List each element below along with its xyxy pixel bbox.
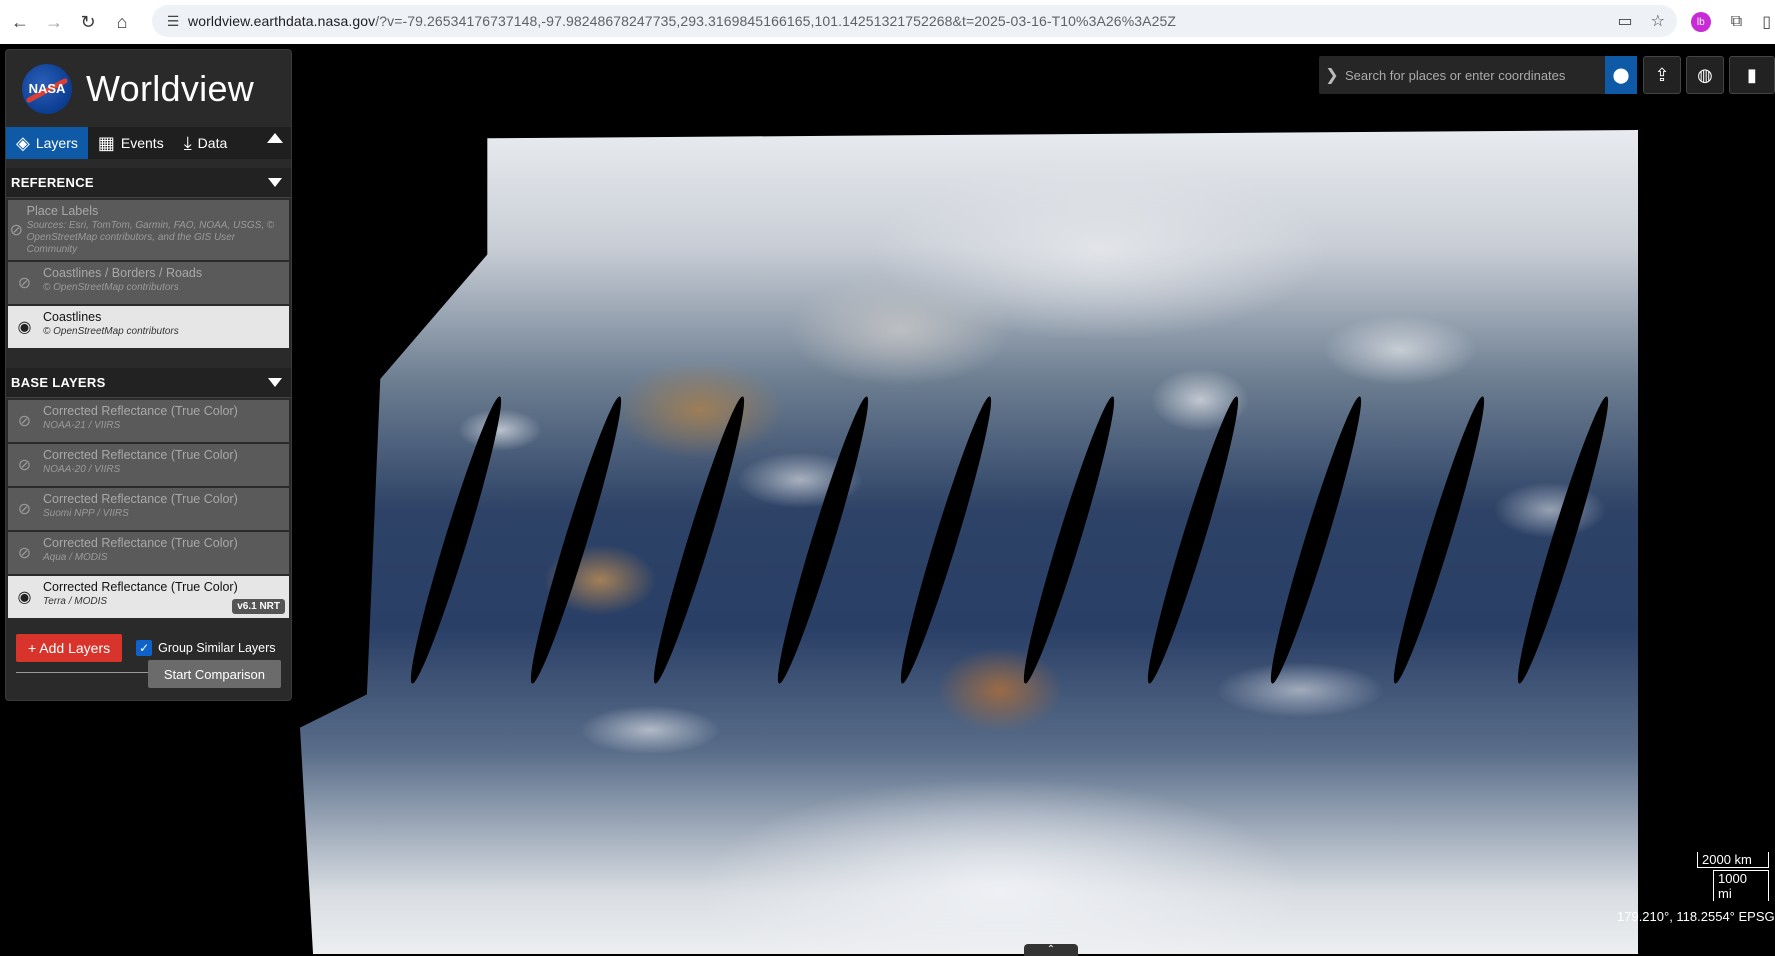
- forward-icon[interactable]: →: [40, 8, 68, 36]
- reload-icon[interactable]: ↻: [74, 8, 102, 36]
- satellite-imagery: [300, 130, 1638, 954]
- scale-mi-label: 1000 mi: [1713, 870, 1769, 901]
- layer-source: Suomi NPP / VIIRS: [43, 508, 129, 519]
- layer-title: Corrected Reflectance (True Color): [43, 404, 238, 418]
- address-bar[interactable]: ☰ worldview.earthdata.nasa.gov/?v=-79.26…: [152, 5, 1677, 37]
- layer-item[interactable]: ⊘ Corrected Reflectance (True Color) Aqu…: [8, 532, 289, 574]
- eye-icon[interactable]: ◉: [8, 306, 41, 348]
- chevron-right-icon[interactable]: ❯: [1319, 65, 1345, 85]
- eye-slash-icon[interactable]: ⊘: [8, 200, 25, 260]
- download-icon: ⤓: [183, 132, 192, 153]
- section-title: BASE LAYERS: [11, 375, 106, 390]
- layer-item[interactable]: ⊘ Place Labels Sources: Esri, TomTom, Ga…: [8, 200, 289, 260]
- add-layers-button[interactable]: + Add Layers: [16, 634, 123, 662]
- tab-data[interactable]: ⤓ Data: [174, 127, 238, 159]
- layer-item[interactable]: ◉ Coastlines © OpenStreetMap contributor…: [8, 306, 289, 348]
- tab-label: Events: [120, 135, 164, 151]
- location-search: ❯ ⚲ ⬤: [1319, 56, 1637, 94]
- tab-label: Layers: [35, 135, 78, 151]
- coordinate-readout[interactable]: 179.210°, 118.2554° EPSG:4326: [1617, 909, 1775, 924]
- layer-source: NOAA-21 / VIIRS: [43, 420, 121, 431]
- tab-label: Data: [197, 135, 228, 151]
- scale-km-label: 2000 km: [1697, 852, 1769, 868]
- layer-title: Corrected Reflectance (True Color): [43, 492, 238, 506]
- layer-item[interactable]: ⊘ Corrected Reflectance (True Color) Suo…: [8, 488, 289, 530]
- layers-sidebar: NASA Worldview ◈ Layers ▦ Events ⤓ Data …: [5, 49, 292, 701]
- url-host: worldview.earthdata.nasa.gov: [188, 13, 376, 29]
- layer-title: Coastlines: [43, 310, 102, 324]
- timeline-toggle-icon[interactable]: ⌃: [1024, 944, 1078, 956]
- layer-title: Corrected Reflectance (True Color): [43, 580, 238, 594]
- caret-down-icon[interactable]: [268, 378, 282, 387]
- layer-source: Terra / MODIS: [43, 596, 108, 607]
- layer-source: Sources: Esri, TomTom, Garmin, FAO, NOAA…: [26, 220, 275, 255]
- version-badge: v6.1 NRT: [232, 599, 285, 614]
- section-title: REFERENCE: [11, 175, 94, 190]
- calendar-icon: ▦: [97, 132, 115, 153]
- group-similar-toggle[interactable]: ✓ Group Similar Layers: [136, 640, 276, 656]
- site-info-icon[interactable]: ☰: [158, 13, 188, 30]
- eye-slash-icon[interactable]: ⊘: [8, 444, 41, 486]
- browser-toolbar: ← → ↻ ⌂ ☰ worldview.earthdata.nasa.gov/?…: [0, 0, 1775, 44]
- nasa-logo[interactable]: NASA: [22, 63, 72, 114]
- search-input[interactable]: [1345, 67, 1607, 83]
- checkbox-checked-icon[interactable]: ✓: [136, 640, 153, 656]
- eye-slash-icon[interactable]: ⊘: [8, 400, 41, 442]
- back-icon[interactable]: ←: [6, 8, 34, 36]
- extensions-icon[interactable]: ⧉: [1731, 13, 1742, 31]
- eye-slash-icon[interactable]: ⊘: [8, 488, 41, 530]
- caret-down-icon[interactable]: [268, 178, 282, 187]
- url-path: /?v=-79.26534176737148,-97.9824867824773…: [375, 13, 1176, 29]
- app-title: Worldview: [86, 67, 255, 109]
- eye-slash-icon[interactable]: ⊘: [8, 262, 41, 304]
- share-icon[interactable]: ⇪: [1643, 56, 1681, 94]
- tab-layers[interactable]: ◈ Layers: [6, 127, 88, 159]
- tab-events[interactable]: ▦ Events: [88, 127, 174, 159]
- projection-globe-icon[interactable]: ◍: [1686, 56, 1724, 94]
- start-comparison-button[interactable]: Start Comparison: [147, 660, 281, 688]
- eye-slash-icon[interactable]: ⊘: [8, 532, 41, 574]
- group-similar-label: Group Similar Layers: [158, 641, 276, 655]
- install-app-icon[interactable]: ▭: [1618, 11, 1633, 31]
- side-panel-icon[interactable]: ▯: [1762, 12, 1771, 32]
- scale-bar: 2000 km 1000 mi: [1697, 852, 1769, 901]
- layer-source: © OpenStreetMap contributors: [43, 282, 179, 293]
- profile-avatar[interactable]: lb: [1690, 12, 1711, 32]
- layer-title: Corrected Reflectance (True Color): [43, 536, 238, 550]
- image-download-icon[interactable]: ▮: [1729, 56, 1775, 94]
- layer-item[interactable]: ⊘ Corrected Reflectance (True Color) NOA…: [8, 400, 289, 442]
- url-text[interactable]: worldview.earthdata.nasa.gov/?v=-79.2653…: [188, 13, 1176, 29]
- layer-title: Coastlines / Borders / Roads: [43, 266, 203, 280]
- app-header: NASA Worldview: [6, 50, 291, 127]
- map-pin-icon[interactable]: ⬤: [1605, 56, 1637, 94]
- eye-icon[interactable]: ◉: [8, 576, 41, 618]
- layer-title: Corrected Reflectance (True Color): [43, 448, 238, 462]
- layer-item[interactable]: ◉ Corrected Reflectance (True Color) Ter…: [8, 576, 289, 618]
- layer-title: Place Labels: [26, 204, 99, 218]
- layers-icon: ◈: [16, 132, 30, 153]
- home-icon[interactable]: ⌂: [108, 8, 136, 36]
- bookmark-star-icon[interactable]: ☆: [1651, 11, 1665, 31]
- layer-item[interactable]: ⊘ Coastlines / Borders / Roads © OpenStr…: [8, 262, 289, 304]
- base-layers-section-header[interactable]: BASE LAYERS: [6, 368, 291, 398]
- nasa-logo-text: NASA: [28, 81, 66, 96]
- reference-section-header[interactable]: REFERENCE: [6, 168, 291, 198]
- sidebar-tabs: ◈ Layers ▦ Events ⤓ Data: [6, 127, 291, 159]
- layer-source: © OpenStreetMap contributors: [43, 326, 179, 337]
- layer-source: Aqua / MODIS: [43, 552, 108, 563]
- layer-source: NOAA-20 / VIIRS: [43, 464, 121, 475]
- collapse-sidebar-icon[interactable]: [267, 133, 283, 143]
- layer-item[interactable]: ⊘ Corrected Reflectance (True Color) NOA…: [8, 444, 289, 486]
